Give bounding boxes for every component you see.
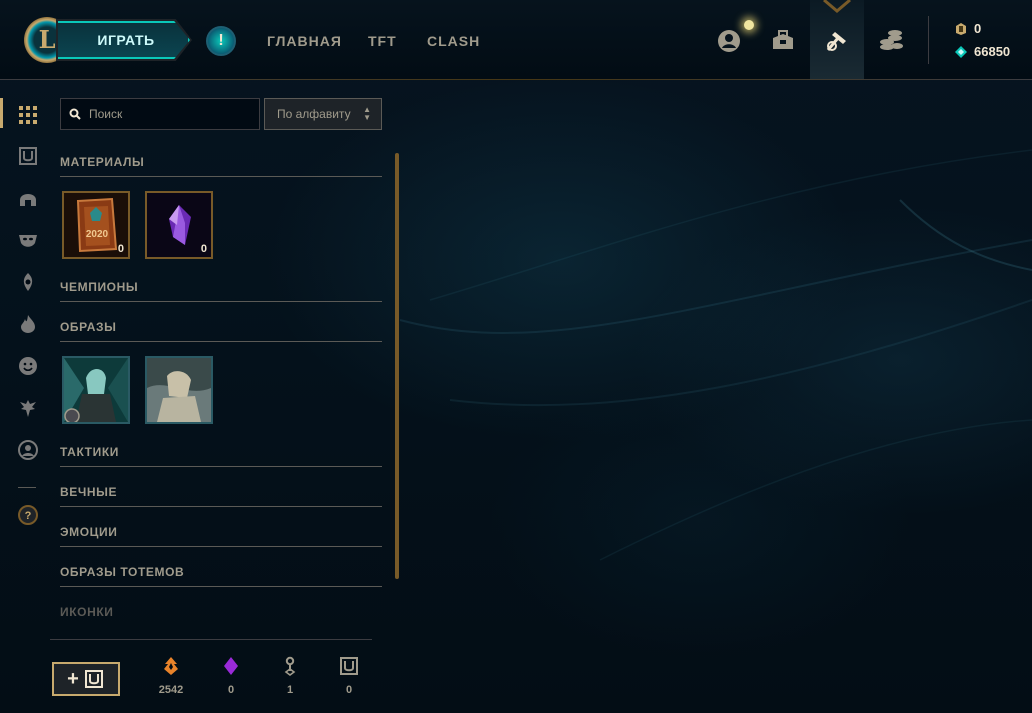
key-icon	[284, 656, 296, 676]
search-box[interactable]	[60, 98, 260, 130]
capsule-year: 2020	[86, 229, 109, 240]
material-tile-mythic[interactable]: 0	[145, 191, 213, 259]
material-tile-capsule[interactable]: 2020 0	[62, 191, 130, 259]
wallet-divider	[928, 16, 929, 64]
rp-icon	[956, 22, 966, 35]
sort-chevron-icon: ▲ ▼	[363, 105, 371, 122]
scrollbar[interactable]	[395, 153, 399, 579]
orange-essence-counter[interactable]: 2542	[151, 656, 191, 696]
category-rail: ?	[0, 81, 55, 713]
play-button[interactable]: ИГРАТЬ	[58, 21, 190, 59]
section-icons: ИКОНКИ	[60, 605, 114, 619]
flame-icon[interactable]	[17, 313, 39, 335]
rp-value: 0	[974, 21, 982, 36]
notification-dot	[744, 20, 754, 30]
sort-selected-label: По алфавиту	[277, 107, 351, 121]
material-count: 0	[117, 243, 124, 255]
skin-tile-1[interactable]	[62, 356, 130, 424]
alert-button[interactable]: !	[206, 26, 236, 56]
all-icon[interactable]	[17, 104, 39, 126]
section-materials: МАТЕРИАЛЫ	[60, 155, 382, 177]
blue-essence-balance[interactable]: 66850	[954, 44, 1010, 59]
nav-home[interactable]: ГЛАВНАЯ	[267, 33, 342, 49]
orange-essence-value: 2542	[158, 684, 184, 696]
chest-icon	[340, 657, 358, 675]
search-input[interactable]	[89, 107, 249, 121]
nav-clash[interactable]: CLASH	[427, 33, 480, 49]
key-value: 1	[286, 684, 294, 696]
help-icon[interactable]: ?	[17, 504, 39, 526]
material-count: 0	[200, 243, 207, 255]
key-counter[interactable]: 1	[270, 656, 310, 696]
bottom-divider	[50, 639, 372, 640]
chest-icon	[84, 670, 103, 688]
section-skins: ОБРАЗЫ	[60, 320, 382, 342]
help-label: ?	[25, 510, 32, 522]
active-chevron-icon	[823, 0, 851, 13]
skin-tile-2[interactable]	[145, 356, 213, 424]
section-emotes: ЭМОЦИИ	[60, 525, 382, 547]
loot-icon[interactable]	[822, 26, 852, 56]
emote-icon[interactable]	[17, 355, 39, 377]
nav-tft[interactable]: TFT	[368, 33, 397, 49]
rp-balance[interactable]: 0	[954, 21, 981, 36]
craft-chest-button[interactable]: +	[52, 662, 120, 696]
profile-icon[interactable]	[714, 26, 744, 56]
helmet-icon[interactable]	[17, 187, 39, 209]
totem-icon[interactable]	[17, 397, 39, 419]
rail-active-marker	[0, 98, 3, 128]
top-nav-bar: L ИГРАТЬ ! ГЛАВНАЯ TFT CLASH 0 66850	[0, 0, 1032, 80]
avatar-icon[interactable]	[17, 439, 39, 461]
blue-essence-value: 66850	[974, 44, 1011, 59]
mythic-essence-icon	[224, 657, 238, 675]
orange-essence-icon	[164, 657, 178, 675]
chest-icon[interactable]	[17, 145, 39, 167]
section-champions: ЧЕМПИОНЫ	[60, 280, 382, 302]
chest-value: 0	[345, 684, 353, 696]
rail-divider	[18, 487, 36, 488]
sort-dropdown[interactable]: По алфавиту ▲ ▼	[264, 98, 382, 130]
mythic-essence-counter[interactable]: 0	[211, 656, 251, 696]
ward-icon[interactable]	[17, 271, 39, 293]
mythic-essence-value: 0	[227, 684, 235, 696]
skin-portrait-1-icon	[64, 358, 128, 422]
section-tactics: ТАКТИКИ	[60, 445, 382, 467]
skin-portrait-2-icon	[147, 358, 211, 422]
section-ward-skins: ОБРАЗЫ ТОТЕМОВ	[60, 565, 382, 587]
blue-essence-icon	[955, 45, 967, 58]
chest-counter[interactable]: 0	[329, 656, 369, 696]
store-icon[interactable]	[876, 26, 906, 56]
mask-icon[interactable]	[17, 229, 39, 251]
search-icon	[69, 108, 81, 120]
section-eternals: ВЕЧНЫЕ	[60, 485, 382, 507]
craft-plus-label: +	[67, 667, 79, 690]
collection-icon[interactable]	[768, 26, 798, 56]
